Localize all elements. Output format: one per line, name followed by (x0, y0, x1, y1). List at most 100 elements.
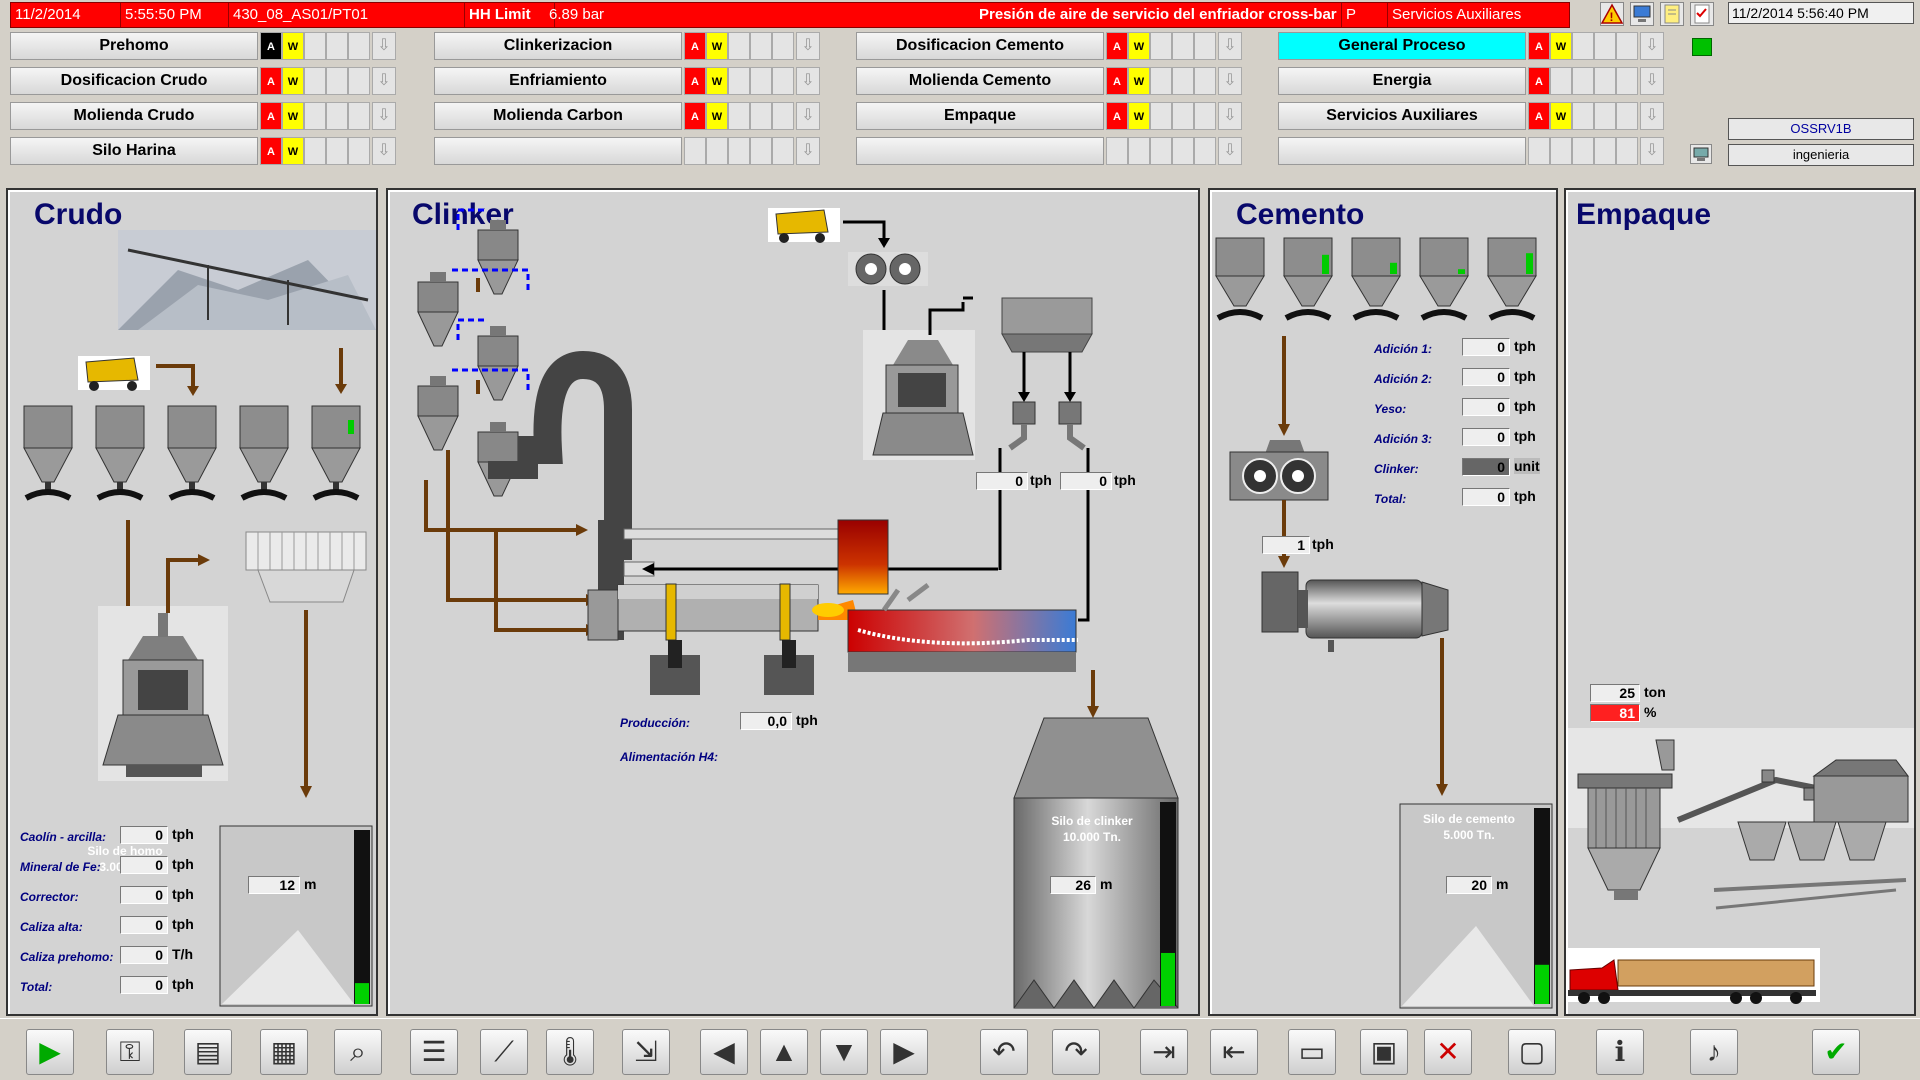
status-cell[interactable] (750, 67, 772, 95)
status-cell[interactable] (772, 102, 794, 130)
alarm-cell[interactable]: A (260, 67, 282, 95)
delete-icon[interactable]: ✕ (1424, 1029, 1472, 1075)
chevron-down-icon[interactable]: ⇩ (1218, 137, 1242, 165)
status-cell[interactable] (728, 32, 750, 60)
status-cell[interactable] (1150, 102, 1172, 130)
chevron-down-icon[interactable]: ⇩ (1218, 32, 1242, 60)
status-cell[interactable] (728, 102, 750, 130)
status-cell[interactable] (772, 67, 794, 95)
status-cell[interactable] (1594, 102, 1616, 130)
play-icon[interactable]: ▶ (26, 1029, 74, 1075)
warning-cell[interactable]: W (282, 67, 304, 95)
area-button[interactable]: General Proceso (1278, 32, 1526, 60)
alarm-cell[interactable]: A (260, 137, 282, 165)
alarm-cell[interactable]: A (684, 67, 706, 95)
key-icon[interactable]: ⚿ (106, 1029, 154, 1075)
alarm-cell[interactable]: A (260, 102, 282, 130)
alarm-warning-icon[interactable]: ! (1600, 2, 1624, 26)
area-button[interactable]: Dosificacion Cemento (856, 32, 1104, 60)
alarm-cell[interactable]: A (1528, 67, 1550, 95)
alarm-cell[interactable]: A (1528, 32, 1550, 60)
notepad-c-icon[interactable]: ▦ (260, 1029, 308, 1075)
status-cell[interactable] (1572, 102, 1594, 130)
chevron-down-icon[interactable]: ⇩ (1640, 32, 1664, 60)
status-cell[interactable] (772, 137, 794, 165)
monitor-icon[interactable]: ▢ (1508, 1029, 1556, 1075)
area-button[interactable]: Energia (1278, 67, 1526, 95)
status-cell[interactable] (1594, 137, 1616, 165)
status-cell[interactable] (1128, 137, 1150, 165)
warning-cell[interactable]: W (282, 137, 304, 165)
status-cell[interactable] (1616, 102, 1638, 130)
status-cell[interactable] (304, 32, 326, 60)
status-cell[interactable] (326, 102, 348, 130)
acknowledge-icon[interactable]: ✔ (1812, 1029, 1860, 1075)
notes-icon[interactable] (1660, 2, 1684, 26)
area-button[interactable]: Clinkerizacion (434, 32, 682, 60)
status-cell[interactable] (1172, 102, 1194, 130)
search-doc-icon[interactable]: ⌕ (334, 1029, 382, 1075)
status-cell[interactable] (1194, 102, 1216, 130)
status-cell[interactable] (1150, 32, 1172, 60)
status-cell[interactable] (326, 32, 348, 60)
area-button[interactable]: Servicios Auxiliares (1278, 102, 1526, 130)
status-cell[interactable] (348, 67, 370, 95)
arrow-right-icon[interactable]: ▶ (880, 1029, 928, 1075)
sound-icon[interactable]: ♪ (1690, 1029, 1738, 1075)
undo-icon[interactable]: ↶ (980, 1029, 1028, 1075)
alarm-cell[interactable]: A (684, 32, 706, 60)
export-icon[interactable]: ⇲ (622, 1029, 670, 1075)
status-cell[interactable] (1616, 137, 1638, 165)
area-button[interactable]: Molienda Crudo (10, 102, 258, 130)
alarm-cell[interactable]: A (1528, 102, 1550, 130)
status-cell[interactable] (348, 137, 370, 165)
status-cell[interactable] (1106, 137, 1128, 165)
chevron-down-icon[interactable]: ⇩ (796, 137, 820, 165)
status-cell[interactable] (684, 137, 706, 165)
alarm-cell[interactable]: A (1106, 32, 1128, 60)
warning-cell[interactable]: W (1550, 102, 1572, 130)
warning-cell[interactable]: W (282, 102, 304, 130)
thermometer-icon[interactable]: 🌡 (546, 1029, 594, 1075)
status-cell[interactable] (1528, 137, 1550, 165)
warning-cell[interactable]: W (282, 32, 304, 60)
status-cell[interactable] (1594, 67, 1616, 95)
area-button[interactable]: Dosificacion Crudo (10, 67, 258, 95)
report-icon[interactable]: ☰ (410, 1029, 458, 1075)
status-cell[interactable] (772, 32, 794, 60)
chevron-down-icon[interactable]: ⇩ (372, 102, 396, 130)
status-cell[interactable] (1550, 67, 1572, 95)
warning-cell[interactable]: W (706, 102, 728, 130)
alarm-cell[interactable]: A (260, 32, 282, 60)
help-icon[interactable]: ℹ (1596, 1029, 1644, 1075)
status-cell[interactable] (326, 67, 348, 95)
warning-cell[interactable]: W (1550, 32, 1572, 60)
arrow-up-icon[interactable]: ▲ (760, 1029, 808, 1075)
alarm-cell[interactable]: A (1106, 67, 1128, 95)
status-cell[interactable] (1194, 67, 1216, 95)
warning-cell[interactable]: W (1128, 102, 1150, 130)
status-cell[interactable] (304, 67, 326, 95)
chevron-down-icon[interactable]: ⇩ (1218, 102, 1242, 130)
chevron-down-icon[interactable]: ⇩ (372, 67, 396, 95)
status-cell[interactable] (750, 137, 772, 165)
area-button[interactable]: Molienda Carbon (434, 102, 682, 130)
status-cell[interactable] (1172, 137, 1194, 165)
status-cell[interactable] (1616, 32, 1638, 60)
redo-icon[interactable]: ↷ (1052, 1029, 1100, 1075)
area-button[interactable] (1278, 137, 1526, 165)
computer-icon[interactable] (1630, 2, 1654, 26)
status-cell[interactable] (304, 102, 326, 130)
area-button[interactable]: Prehomo (10, 32, 258, 60)
area-button[interactable] (856, 137, 1104, 165)
chevron-down-icon[interactable]: ⇩ (796, 32, 820, 60)
warning-cell[interactable]: W (1128, 32, 1150, 60)
arrow-down-icon[interactable]: ▼ (820, 1029, 868, 1075)
chevron-down-icon[interactable]: ⇩ (796, 67, 820, 95)
status-cell[interactable] (1172, 32, 1194, 60)
alarm-cell[interactable]: A (684, 102, 706, 130)
chevron-down-icon[interactable]: ⇩ (372, 32, 396, 60)
chevron-down-icon[interactable]: ⇩ (1218, 67, 1242, 95)
chevron-down-icon[interactable]: ⇩ (1640, 137, 1664, 165)
area-button[interactable]: Molienda Cemento (856, 67, 1104, 95)
